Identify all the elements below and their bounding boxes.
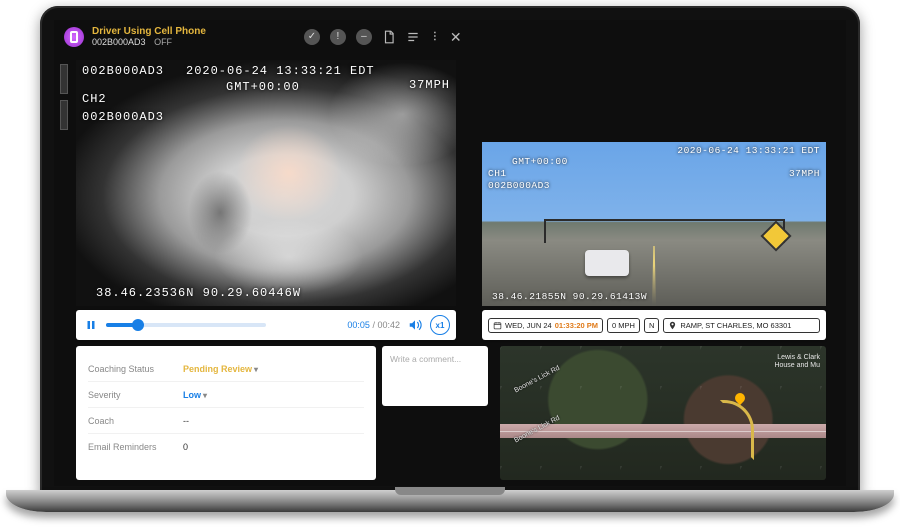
laptop-notch xyxy=(395,487,505,495)
osd-timestamp: 2020-06-24 13:33:21 EDT xyxy=(186,64,375,78)
volume-button[interactable] xyxy=(406,316,424,334)
list-icon[interactable] xyxy=(406,29,420,45)
clip-thumb[interactable] xyxy=(60,64,68,94)
value-reminders[interactable]: 0 xyxy=(183,442,188,452)
screen-bezel: Driver Using Cell Phone 002B000AD3 OFF ✓… xyxy=(40,6,860,496)
value-coaching-status[interactable]: Pending Review▾ xyxy=(183,364,258,374)
main-area: 002B000AD3 2020-06-24 13:33:21 EDT GMT+0… xyxy=(68,60,832,480)
duration: 00:42 xyxy=(377,320,400,330)
phone-event-icon xyxy=(64,27,84,47)
osd2-tz: GMT+00:00 xyxy=(512,156,568,167)
coaching-status-text: Pending Review xyxy=(183,364,252,374)
map-poi-line2: House and Mu xyxy=(774,362,820,370)
seek-track[interactable] xyxy=(106,323,266,327)
comment-box[interactable]: Write a comment... xyxy=(382,346,488,406)
osd-device2: 002B000AD3 xyxy=(82,110,164,124)
check-icon[interactable]: ✓ xyxy=(304,29,320,45)
app-screen: Driver Using Cell Phone 002B000AD3 OFF ✓… xyxy=(54,20,846,486)
row-severity: Severity Low▾ xyxy=(88,382,364,408)
info-location: RAMP, ST CHARLES, MO 63301 xyxy=(680,321,791,330)
osd2-timestamp: 2020-06-24 13:33:21 EDT xyxy=(677,145,820,156)
osd2-coords: 38.46.21855N 90.29.61413W xyxy=(492,291,647,302)
coaching-panel: Coaching Status Pending Review▾ Severity… xyxy=(76,346,376,480)
osd-device: 002B000AD3 xyxy=(82,64,164,78)
label-coaching-status: Coaching Status xyxy=(88,364,183,374)
info-speed: 0 MPH xyxy=(612,321,635,330)
playback-bar: 00:05 / 00:42 x1 xyxy=(76,310,456,340)
label-severity: Severity xyxy=(88,390,183,400)
osd-speed: 37MPH xyxy=(409,78,450,92)
map-poi-line1: Lewis & Clark xyxy=(774,354,820,362)
document-icon[interactable] xyxy=(382,29,396,45)
elapsed-time: 00:05 xyxy=(347,320,370,330)
event-heading: Driver Using Cell Phone 002B000AD3 OFF xyxy=(92,26,206,47)
vehicle-ahead xyxy=(585,250,629,276)
chip-heading: N xyxy=(644,318,659,333)
event-title: Driver Using Cell Phone xyxy=(92,26,206,37)
chevron-down-icon: ▾ xyxy=(203,391,207,400)
map-panel[interactable]: Boone's Lick Rd Boone's Lick Rd Lewis & … xyxy=(500,346,826,480)
info-heading: N xyxy=(649,321,654,330)
disable-icon[interactable]: – xyxy=(356,29,372,45)
osd2-device: 002B000AD3 xyxy=(488,180,550,191)
more-icon[interactable]: ⋮ xyxy=(430,29,440,45)
camera-secondary[interactable]: 2020-06-24 13:33:21 EDT GMT+00:00 CH1 00… xyxy=(482,142,826,306)
row-coaching-status: Coaching Status Pending Review▾ xyxy=(88,356,364,382)
header-action-icons: ✓ ! – ⋮ ✕ xyxy=(304,29,462,45)
info-time: 01:33:20 PM xyxy=(555,321,598,330)
label-coach: Coach xyxy=(88,416,183,426)
osd-channel: CH2 xyxy=(82,92,107,106)
row-reminders: Email Reminders 0 xyxy=(88,434,364,460)
device-status: OFF xyxy=(154,37,172,47)
chip-datetime: WED, JUN 24 01:33:20 PM xyxy=(488,318,603,333)
comment-placeholder: Write a comment... xyxy=(390,354,461,364)
info-date: WED, JUN 24 xyxy=(505,321,552,330)
osd2-speed: 37MPH xyxy=(789,168,820,179)
close-icon[interactable]: ✕ xyxy=(450,29,462,45)
playback-time: 00:05 / 00:42 xyxy=(347,320,400,330)
laptop-base xyxy=(6,490,894,512)
pause-button[interactable] xyxy=(82,316,100,334)
laptop-frame: Driver Using Cell Phone 002B000AD3 OFF ✓… xyxy=(40,6,860,512)
chip-location: RAMP, ST CHARLES, MO 63301 xyxy=(663,318,820,333)
clip-thumb[interactable] xyxy=(60,100,68,130)
lane-marking xyxy=(652,246,656,305)
osd2-channel: CH1 xyxy=(488,168,507,179)
osd-coords: 38.46.23536N 90.29.60446W xyxy=(96,286,301,300)
device-id: 002B000AD3 xyxy=(92,37,146,47)
label-reminders: Email Reminders xyxy=(88,442,183,452)
value-severity[interactable]: Low▾ xyxy=(183,390,207,400)
map-poi-label: Lewis & Clark House and Mu xyxy=(774,354,820,371)
chip-speed: 0 MPH xyxy=(607,318,640,333)
osd-tz: GMT+00:00 xyxy=(226,80,300,94)
row-coach: Coach -- xyxy=(88,408,364,434)
seek-knob[interactable] xyxy=(132,319,144,331)
event-subtitle: 002B000AD3 OFF xyxy=(92,37,206,47)
chevron-down-icon: ▾ xyxy=(254,365,258,374)
map-ramp xyxy=(720,400,754,460)
highway-gantry xyxy=(544,219,785,229)
camera-main[interactable]: 002B000AD3 2020-06-24 13:33:21 EDT GMT+0… xyxy=(76,60,456,306)
clip-thumbnails xyxy=(60,64,68,136)
trip-info-bar: WED, JUN 24 01:33:20 PM 0 MPH N RAMP, ST… xyxy=(482,310,826,340)
playback-rate[interactable]: x1 xyxy=(430,315,450,335)
map-road-label: Boone's Lick Rd xyxy=(513,365,561,395)
alert-icon[interactable]: ! xyxy=(330,29,346,45)
value-coach[interactable]: -- xyxy=(183,416,189,426)
event-header: Driver Using Cell Phone 002B000AD3 OFF ✓… xyxy=(54,20,846,51)
severity-text: Low xyxy=(183,390,201,400)
